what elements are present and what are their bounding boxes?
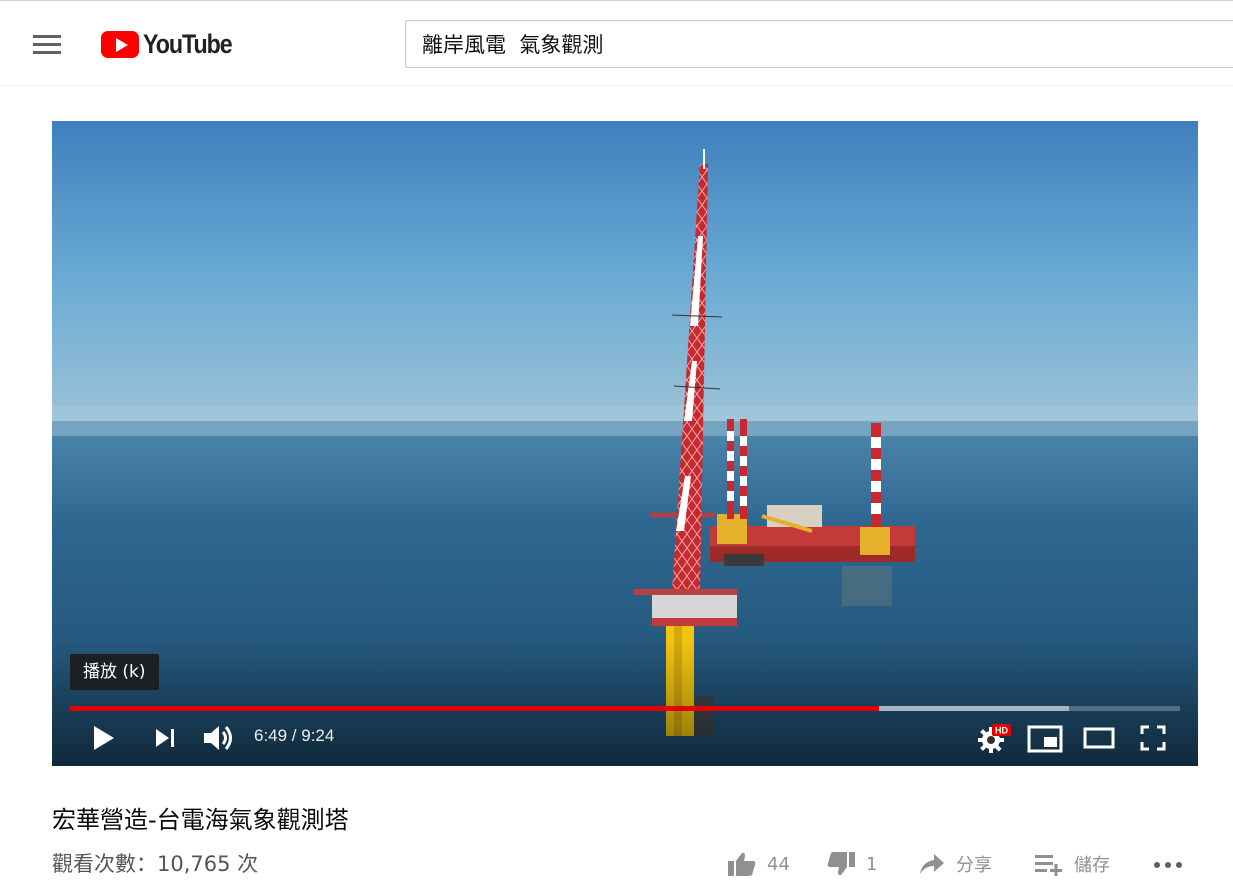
hd-badge: HD (995, 726, 1008, 736)
progress-played (70, 706, 880, 711)
next-button[interactable] (153, 726, 177, 754)
miniplayer-button[interactable] (1027, 725, 1063, 757)
youtube-logo-icon (101, 30, 139, 58)
youtube-logo[interactable]: YouTube (101, 28, 246, 60)
thumbs-up-icon (728, 852, 756, 876)
view-count: 觀看次數：10,765 次 (52, 852, 259, 876)
next-icon (156, 729, 174, 747)
play-button[interactable] (92, 725, 116, 755)
dislike-button[interactable]: 1 (826, 851, 877, 877)
save-label: 儲存 (1074, 855, 1110, 876)
theater-button[interactable] (1083, 727, 1115, 753)
dislike-count: 1 (866, 853, 878, 875)
progress-bar[interactable] (70, 706, 1180, 711)
share-label: 分享 (956, 855, 992, 876)
theater-icon (1083, 727, 1115, 749)
play-icon (94, 726, 114, 750)
settings-icon: HD (978, 724, 1011, 753)
play-tooltip: 播放 (k) (70, 654, 159, 690)
like-button[interactable]: 44 (727, 851, 790, 877)
video-title: 宏華營造-台電海氣象觀測塔 (52, 806, 349, 834)
volume-icon (204, 726, 232, 750)
save-playlist-icon (1035, 855, 1062, 876)
more-actions-button[interactable] (1152, 857, 1194, 873)
menu-icon[interactable] (33, 35, 61, 55)
time-display: 6:49 / 9:24 (254, 726, 335, 745)
miniplayer-icon (1027, 725, 1063, 753)
masthead: YouTube (0, 0, 1233, 86)
fullscreen-icon (1140, 725, 1166, 751)
thumbs-down-icon (827, 852, 855, 876)
volume-button[interactable] (202, 723, 236, 757)
settings-button[interactable]: HD (977, 724, 1011, 758)
search-input[interactable] (405, 20, 1233, 68)
video-player[interactable]: 播放 (k) 6:49 / 9:24 HD (52, 121, 1198, 766)
fullscreen-button[interactable] (1140, 725, 1166, 755)
more-icon (1154, 862, 1182, 868)
like-count: 44 (767, 853, 790, 875)
logo-text: YouTube (143, 28, 233, 59)
share-button[interactable]: 分享 (918, 851, 992, 877)
save-button[interactable]: 儲存 (1034, 851, 1110, 877)
share-icon (920, 854, 944, 874)
